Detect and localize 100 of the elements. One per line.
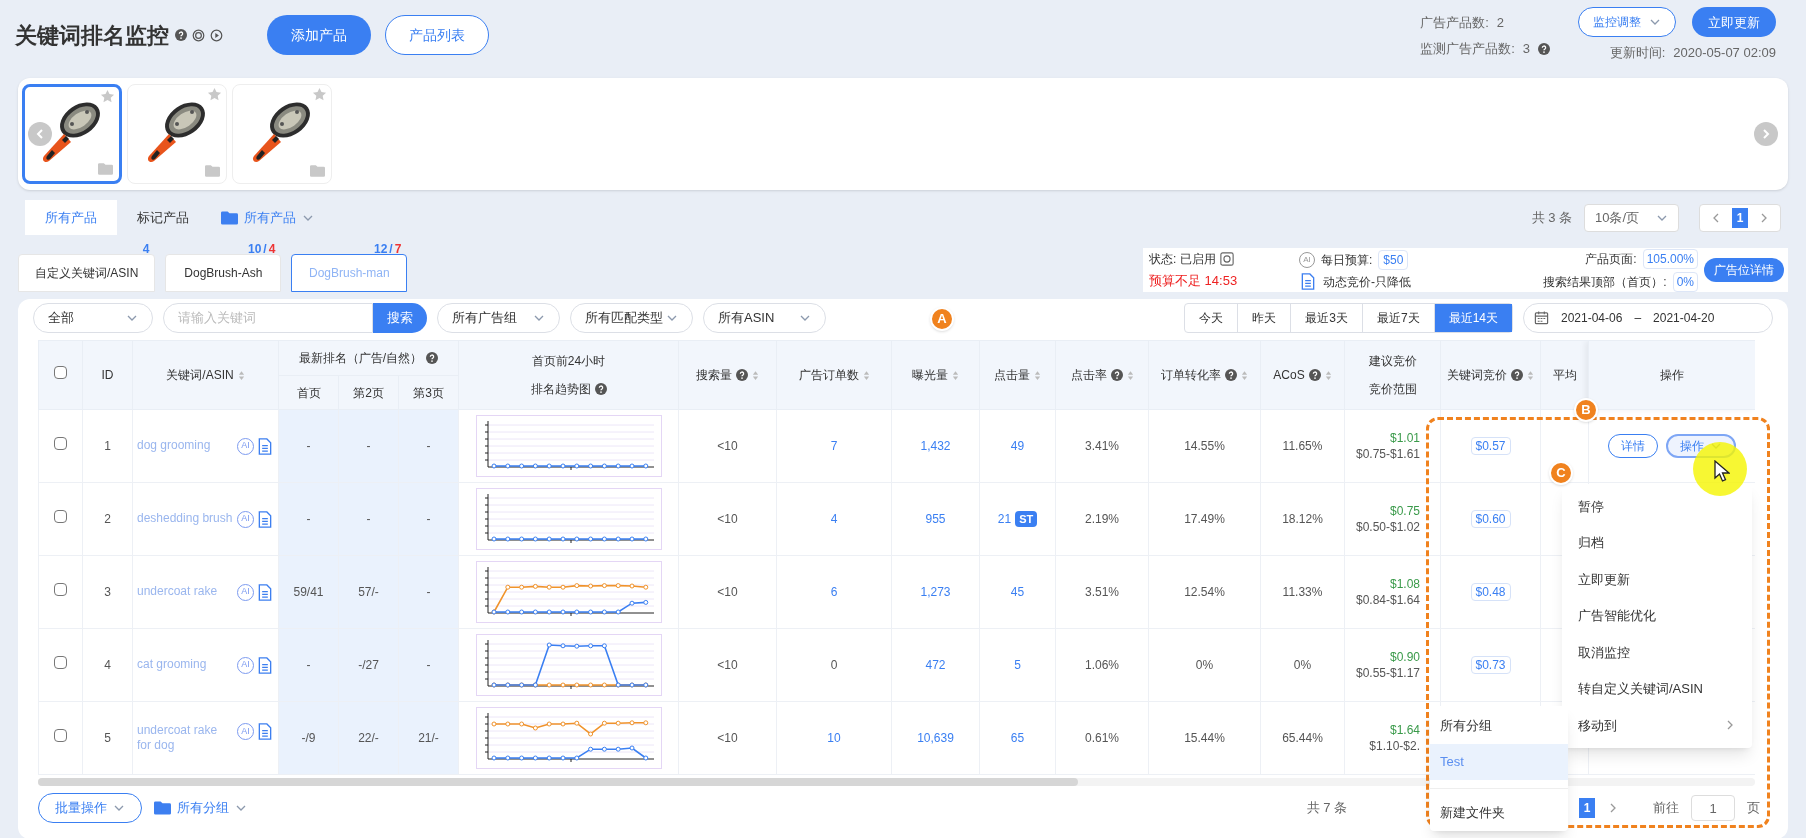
keyword-search-field[interactable]: 请输入关键词 [163,302,373,333]
page-size-select[interactable]: 10条/页 [1584,203,1679,232]
sort-icon[interactable] [1527,369,1534,381]
date-range-tab[interactable]: 最近14天 [1434,303,1512,332]
help-icon[interactable] [1225,369,1237,381]
status-icon[interactable] [1220,251,1235,266]
table-link[interactable]: 4 [830,512,838,526]
sort-icon[interactable] [1034,369,1041,381]
page-number-field[interactable]: 1 [1691,795,1735,821]
folder-icon[interactable] [205,165,220,177]
calendar-icon[interactable] [1534,310,1549,325]
monitor-adjust-button[interactable]: 监控调整 [1578,7,1676,38]
table-link[interactable]: 65 [1010,729,1025,747]
document-icon[interactable] [1301,273,1315,290]
row-checkbox[interactable] [54,437,67,450]
keyword-link[interactable]: undercoat rake for dog [137,723,233,753]
bid-value[interactable]: $0.57 [1470,437,1511,455]
add-product-button[interactable]: 添加产品 [267,15,371,55]
date-range-tab[interactable]: 最近3天 [1291,303,1363,332]
play-icon[interactable] [210,28,223,42]
keyword-tab[interactable]: 自定义关键词/ASIN [18,254,156,292]
help-icon[interactable] [1308,369,1321,381]
keyword-link[interactable]: cat grooming [137,656,233,672]
document-icon[interactable] [258,510,272,528]
table-link[interactable]: 5 [1014,656,1021,674]
folder-filter[interactable]: 所有产品 [221,207,314,228]
sort-icon[interactable] [1126,369,1134,381]
page-button[interactable]: 1 [1579,798,1595,818]
date-range-tab[interactable]: 最近7天 [1362,303,1435,332]
product-tab[interactable]: 所有产品 [25,200,117,235]
keyword-tab[interactable]: DogBrush-Ash [165,254,282,292]
target-icon[interactable] [192,28,205,42]
star-icon[interactable] [312,87,327,102]
document-icon[interactable] [258,583,272,601]
table-link[interactable]: 7 [830,439,838,453]
row-checkbox[interactable] [54,656,67,669]
keyword-tab[interactable]: DogBrush-man [291,254,408,292]
keyword-link[interactable]: dog grooming [137,437,233,453]
scrollbar[interactable] [38,778,1078,786]
sort-icon[interactable] [1241,369,1248,381]
search-button[interactable]: 搜索 [373,302,427,333]
date-range-tab[interactable]: 昨天 [1238,303,1292,332]
menu-item[interactable]: 归档 [1562,524,1752,561]
table-link[interactable]: 10,639 [917,731,954,745]
help-icon[interactable] [736,369,748,381]
row-checkbox[interactable] [54,729,67,742]
folder-icon[interactable] [98,163,113,175]
product-tab[interactable]: 标记产品 [117,200,209,235]
menu-item[interactable]: Test [1430,744,1568,780]
sort-icon[interactable] [862,369,870,381]
menu-item[interactable]: 转自定义关键词/ASIN [1562,670,1752,707]
table-link[interactable]: 10 [827,731,841,745]
help-icon[interactable] [1110,369,1123,381]
table-link[interactable]: 1,432 [920,439,951,453]
folder-icon[interactable] [310,165,325,177]
bid-value[interactable]: $0.48 [1470,583,1511,601]
help-icon[interactable] [594,383,607,395]
table-link[interactable]: 6 [830,585,838,599]
help-icon[interactable] [1511,369,1523,381]
menu-item[interactable]: 取消监控 [1562,634,1752,671]
filter-select[interactable]: 所有匹配类型 [570,302,693,333]
select-all-checkbox[interactable] [54,366,67,379]
document-icon[interactable] [258,723,272,740]
keyword-link[interactable]: undercoat rake [137,583,233,599]
folder-icon[interactable] [154,801,171,815]
sort-icon[interactable] [237,369,245,381]
document-icon[interactable] [258,656,272,674]
table-link[interactable]: 472 [925,658,946,672]
bid-value[interactable]: $0.60 [1470,510,1511,528]
filter-select[interactable]: 所有ASIN [703,302,826,333]
date-range-tab[interactable]: 今天 [1185,303,1239,332]
table-link[interactable]: 21 [997,510,1012,528]
star-icon[interactable] [207,87,222,102]
placement-details-button[interactable]: 广告位详情 [1704,258,1784,282]
group-filter[interactable]: 所有分组 [154,798,247,818]
menu-item[interactable]: 立即更新 [1562,561,1752,598]
table-link[interactable]: 49 [1010,437,1025,455]
table-link[interactable]: 45 [1010,583,1025,601]
product-list-button[interactable]: 产品列表 [385,15,489,55]
help-icon[interactable] [1538,42,1550,55]
table-link[interactable]: 1,273 [920,585,951,599]
star-icon[interactable] [100,89,115,104]
menu-item[interactable]: 暂停 [1562,488,1752,525]
document-icon[interactable] [258,437,272,455]
help-icon[interactable] [426,352,439,364]
sort-icon[interactable] [952,369,959,381]
bid-value[interactable]: $0.73 [1470,656,1511,674]
sort-icon[interactable] [1324,369,1332,381]
update-now-button[interactable]: 立即更新 [1692,7,1776,38]
folder-icon[interactable] [221,210,238,225]
row-checkbox[interactable] [54,583,67,596]
keyword-link[interactable]: deshedding brush [137,510,233,526]
menu-item[interactable]: 广告智能优化 [1562,597,1752,634]
product-thumbnail[interactable] [22,84,122,184]
row-checkbox[interactable] [54,510,67,523]
filter-select[interactable]: 所有广告组 [437,302,560,333]
menu-item[interactable]: 新建文件夹 [1430,795,1568,831]
page-button[interactable]: 1 [1732,207,1748,228]
menu-item[interactable]: 所有分组 [1430,708,1568,744]
filter-select[interactable]: 全部 [33,302,153,333]
